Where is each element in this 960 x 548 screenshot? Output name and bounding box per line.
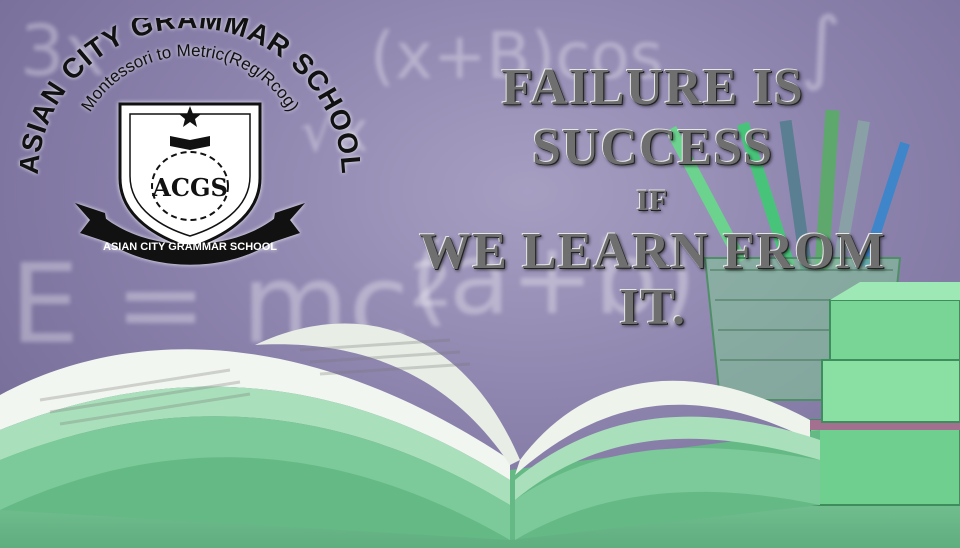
banner: (x+B)cos E = mc² (a+b) √x ∫ 3x IAN CITY … [0, 0, 960, 548]
quote-line-2: IF [636, 184, 669, 217]
ribbon-text: ASIAN CITY GRAMMAR SCHOOL [103, 241, 277, 253]
open-book-icon [0, 323, 820, 540]
school-monogram: ACGS [151, 173, 228, 202]
quote-line-3: WE LEARN FROM IT. [419, 223, 886, 336]
motivational-quote: FAILURE IS SUCCESS IF WE LEARN FROM IT. [380, 58, 925, 336]
quote-line-1: FAILURE IS SUCCESS [501, 59, 804, 176]
school-logo: ASIAN CITY GRAMMAR SCHOOL Montessori to … [13, 3, 366, 278]
school-crest-icon: ASIAN CITY GRAMMAR SCHOOL Montessori to … [13, 3, 366, 265]
